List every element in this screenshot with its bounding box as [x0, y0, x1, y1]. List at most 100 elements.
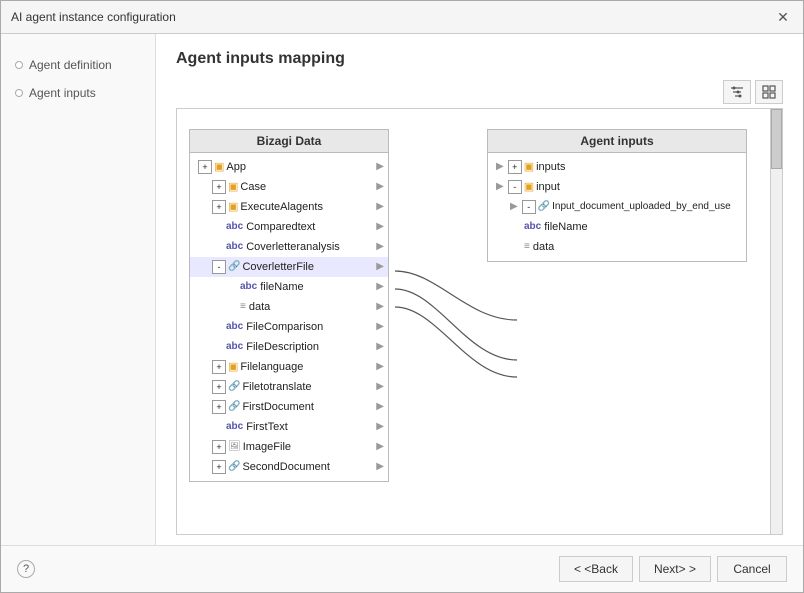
tree-row[interactable]: abc Coverletteranalysis ▶: [190, 237, 388, 257]
cancel-button[interactable]: Cancel: [717, 556, 787, 582]
bullet-icon: [15, 89, 23, 97]
filter-button[interactable]: [723, 80, 751, 104]
dialog: AI agent instance configuration ✕ Agent …: [0, 0, 804, 593]
title-bar: AI agent instance configuration ✕: [1, 1, 803, 34]
close-button[interactable]: ✕: [773, 7, 793, 27]
footer: ? < <Back Next> > Cancel: [1, 545, 803, 592]
tree-row[interactable]: + ▣ App ▶: [190, 157, 388, 177]
next-button[interactable]: Next> >: [639, 556, 711, 582]
arrow-left-icon: ▶: [496, 158, 504, 176]
expander-icon[interactable]: -: [212, 260, 226, 274]
node-label: data: [249, 298, 270, 316]
left-tree-panel: Bizagi Data + ▣ App ▶: [189, 129, 389, 482]
node-label: Case: [240, 178, 266, 196]
vertical-scrollbar[interactable]: [770, 109, 782, 534]
node-label: FileDescription: [246, 338, 319, 356]
sidebar-item-label: Agent definition: [29, 58, 112, 72]
link-folder-icon: 🔗: [228, 378, 240, 396]
node-label: Filelanguage: [240, 358, 303, 376]
tree-row[interactable]: ▶ + ▣ inputs: [488, 157, 746, 177]
help-button[interactable]: ?: [17, 560, 35, 578]
img-folder-icon: 🖼: [228, 438, 241, 456]
arrow-right-icon: ▶: [376, 198, 384, 216]
node-label: SecondDocument: [242, 458, 329, 476]
tree-row[interactable]: + ▣ Filelanguage ▶: [190, 357, 388, 377]
arrow-right-icon: ▶: [376, 278, 384, 296]
expander-icon[interactable]: +: [212, 360, 226, 374]
text-icon: abc: [226, 238, 243, 256]
right-tree-header: Agent inputs: [488, 130, 746, 153]
right-tree-body: ▶ + ▣ inputs ▶ -: [488, 153, 746, 261]
folder-icon: ▣: [214, 158, 224, 176]
text-icon: abc: [226, 318, 243, 336]
tree-row[interactable]: + 🖼 ImageFile ▶: [190, 437, 388, 457]
tree-row[interactable]: ▶ - 🔗 Input_document_uploaded_by_end_use: [488, 197, 746, 217]
tree-row[interactable]: + ▣ ExecuteAlagents ▶: [190, 197, 388, 217]
tree-row[interactable]: + ▣ Case ▶: [190, 177, 388, 197]
node-label: Input_document_uploaded_by_end_use: [552, 198, 731, 216]
tree-row[interactable]: + 🔗 Filetotranslate ▶: [190, 377, 388, 397]
node-label: inputs: [536, 158, 565, 176]
tree-row[interactable]: + 🔗 FirstDocument ▶: [190, 397, 388, 417]
arrow-right-icon: ▶: [376, 238, 384, 256]
text-icon: abc: [226, 338, 243, 356]
layout-icon: [762, 85, 776, 99]
folder-icon: ▣: [524, 158, 534, 176]
tree-row[interactable]: abc FileDescription ▶: [190, 337, 388, 357]
arrow-right-icon: ▶: [376, 258, 384, 276]
sidebar-item-agent-inputs[interactable]: Agent inputs: [11, 82, 145, 104]
mapping-scroll[interactable]: Bizagi Data + ▣ App ▶: [177, 109, 782, 534]
expander-icon[interactable]: +: [212, 400, 226, 414]
expander-icon[interactable]: -: [522, 200, 536, 214]
main-content: Agent inputs mapping: [156, 34, 803, 545]
arrow-right-icon: ▶: [376, 318, 384, 336]
expander-icon[interactable]: +: [212, 180, 226, 194]
horizontal-scrollbar[interactable]: [177, 534, 782, 535]
expander-icon[interactable]: +: [212, 200, 226, 214]
tree-row[interactable]: abc fileName: [488, 217, 746, 237]
data-icon: ≡: [240, 298, 246, 316]
arrow-right-icon: ▶: [376, 158, 384, 176]
back-button[interactable]: < <Back: [559, 556, 633, 582]
sidebar: Agent definition Agent inputs: [1, 34, 156, 545]
node-label: Filetotranslate: [242, 378, 311, 396]
expander-icon[interactable]: +: [212, 460, 226, 474]
page-title: Agent inputs mapping: [176, 50, 783, 68]
expander-icon[interactable]: -: [508, 180, 522, 194]
sidebar-item-agent-definition[interactable]: Agent definition: [11, 54, 145, 76]
node-label: ExecuteAlagents: [240, 198, 323, 216]
arrow-right-icon: ▶: [376, 418, 384, 436]
node-label: Coverletteranalysis: [246, 238, 340, 256]
node-label: Comparedtext: [246, 218, 315, 236]
tree-row[interactable]: abc FirstText ▶: [190, 417, 388, 437]
tree-row[interactable]: + 🔗 SecondDocument ▶: [190, 457, 388, 477]
tree-row[interactable]: abc fileName ▶: [190, 277, 388, 297]
node-label: CoverletterFile: [242, 258, 314, 276]
node-label: ImageFile: [243, 438, 291, 456]
text-icon: abc: [524, 218, 541, 236]
tree-row[interactable]: - 🔗 CoverletterFile ▶: [190, 257, 388, 277]
arrow-right-icon: ▶: [376, 298, 384, 316]
tree-row[interactable]: ≡ data ▶: [190, 297, 388, 317]
dialog-title: AI agent instance configuration: [11, 10, 176, 24]
tree-row[interactable]: abc FileComparison ▶: [190, 317, 388, 337]
arrow-right-icon: ▶: [376, 358, 384, 376]
node-label: data: [533, 238, 554, 256]
tree-row[interactable]: abc Comparedtext ▶: [190, 217, 388, 237]
expander-icon[interactable]: +: [508, 160, 522, 174]
arrow-right-icon: ▶: [376, 338, 384, 356]
scrollbar-thumb[interactable]: [771, 109, 782, 169]
expander-icon[interactable]: +: [212, 380, 226, 394]
node-label: input: [536, 178, 560, 196]
node-label: App: [226, 158, 246, 176]
arrow-right-icon: ▶: [376, 458, 384, 476]
expander-icon[interactable]: +: [198, 160, 212, 174]
arrow-right-icon: ▶: [376, 398, 384, 416]
arrow-right-icon: ▶: [376, 438, 384, 456]
tree-row[interactable]: ▶ - ▣ input: [488, 177, 746, 197]
link-folder-icon: 🔗: [228, 258, 240, 276]
data-icon: ≡: [524, 238, 530, 256]
layout-button[interactable]: [755, 80, 783, 104]
tree-row[interactable]: ≡ data: [488, 237, 746, 257]
expander-icon[interactable]: +: [212, 440, 226, 454]
